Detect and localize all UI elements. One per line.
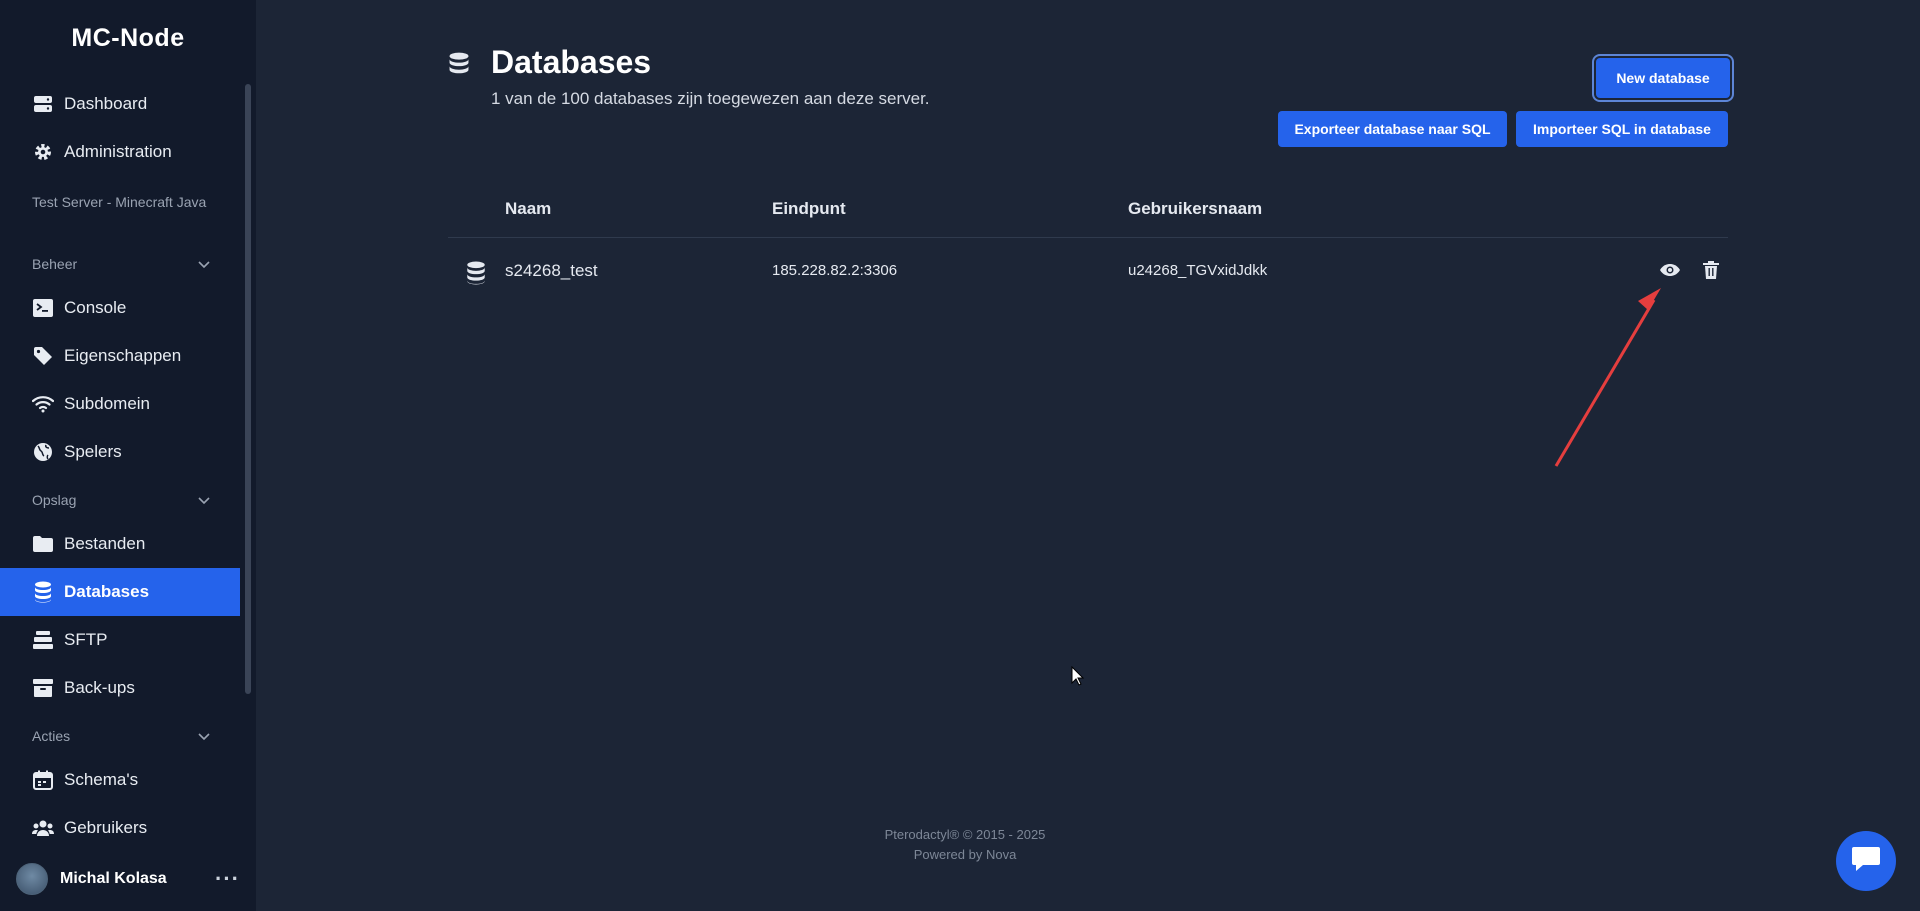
folder-icon [32,533,54,555]
column-header-eindpunt: Eindpunt [772,199,846,218]
sidebar-item-spelers[interactable]: Spelers [0,428,240,476]
sidebar-item-label: SFTP [64,630,108,649]
users-icon [32,817,54,839]
column-header-naam: Naam [505,199,552,218]
chevron-down-icon [198,728,210,744]
database-icon [32,581,54,603]
section-opslag[interactable]: Opslag [32,492,210,508]
avatar [16,863,48,895]
section-beheer[interactable]: Beheer [32,256,210,272]
sidebar-item-back-ups[interactable]: Back-ups [0,664,240,712]
sidebar-item-label: Subdomein [64,394,151,413]
export-database-button[interactable]: Exporteer database naar SQL [1278,111,1507,147]
database-icon [448,52,470,78]
sidebar-item-label: Dashboard [64,94,148,113]
sidebar-item-dashboard[interactable]: Dashboard [0,80,240,128]
view-details-button[interactable] [1658,260,1682,284]
brand-logo[interactable]: MC-Node [0,24,256,53]
delete-database-button[interactable] [1699,260,1723,284]
database-name: s24268_test [505,261,598,280]
sidebar-item-administration[interactable]: Administration [0,128,240,176]
terminal-icon [32,297,54,319]
sidebar-item-label: Administration [64,142,172,161]
sidebar-item-databases[interactable]: Databases [0,568,240,616]
sidebar: MC-Node Dashboard Administration Test Se… [0,0,256,911]
user-name: Michal Kolasa [60,870,167,887]
mouse-cursor-icon [1071,665,1085,691]
sidebar-item-bestanden[interactable]: Bestanden [0,520,240,568]
sidebar-item-schemas[interactable]: Schema's [0,756,240,804]
database-endpoint: 185.228.82.2:3306 [772,262,898,279]
sidebar-item-label: Eigenschappen [64,346,182,365]
sidebar-scrollbar[interactable] [245,84,251,694]
database-icon [466,261,486,285]
chat-bubble-icon [1851,845,1881,878]
sidebar-item-label: Spelers [64,442,122,461]
import-sql-button[interactable]: Importeer SQL in database [1516,111,1728,147]
sidebar-item-label: Schema's [64,770,139,789]
footer-powered-by: Powered by Nova [913,847,1017,862]
chat-button[interactable] [1836,831,1896,891]
footer-copyright: Pterodactyl® © 2015 - 2025 [884,827,1046,842]
section-acties[interactable]: Acties [32,728,210,744]
page-title: Databases [491,44,652,80]
more-options-icon[interactable]: ··· [215,866,240,892]
sidebar-item-label: Bestanden [64,534,146,553]
chevron-down-icon [198,492,210,508]
sidebar-item-subdomein[interactable]: Subdomein [0,380,240,428]
gear-icon [32,141,54,163]
globe-icon [32,441,54,463]
server-stack-icon [32,93,54,115]
column-header-gebruikersnaam: Gebruikersnaam [1128,199,1263,218]
sidebar-item-gebruikers[interactable]: Gebruikers [0,804,240,852]
page-subtitle: 1 van de 100 databases zijn toegewezen a… [491,89,930,108]
archive-icon [32,677,54,699]
server-name: Test Server - Minecraft Java [32,194,207,210]
wifi-icon [32,393,54,415]
calendar-icon [32,769,54,791]
sidebar-item-sftp[interactable]: SFTP [0,616,240,664]
chevron-down-icon [198,256,210,272]
sidebar-item-eigenschappen[interactable]: Eigenschappen [0,332,240,380]
eye-icon [1659,263,1681,282]
layers-icon [32,629,54,651]
database-username: u24268_TGVxidJdkk [1128,262,1268,279]
tag-icon [32,345,54,367]
user-menu[interactable]: Michal Kolasa ··· [16,863,240,895]
sidebar-item-label: Back-ups [64,678,135,697]
sidebar-item-label: Console [64,298,127,317]
trash-icon [1703,260,1719,284]
sidebar-item-label: Databases [64,582,150,601]
sidebar-item-console[interactable]: Console [0,284,240,332]
sidebar-item-label: Gebruikers [64,818,148,837]
new-database-button[interactable]: New database [1596,58,1730,98]
table-divider [448,237,1728,238]
